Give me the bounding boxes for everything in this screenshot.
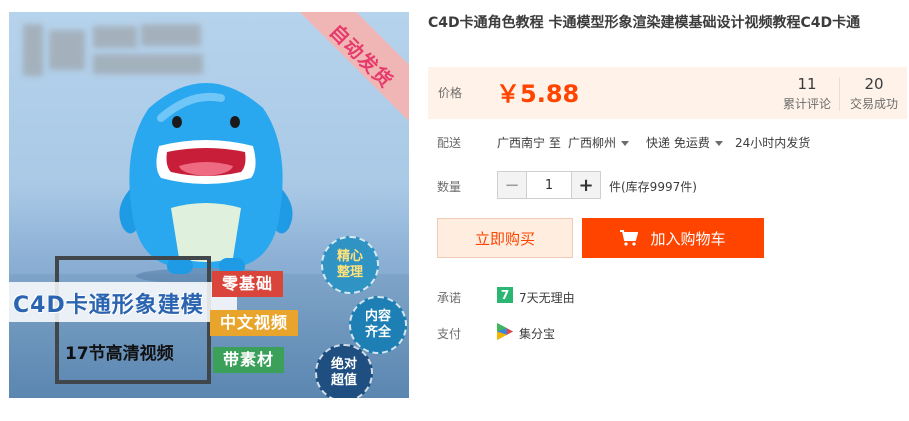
sales-label: 交易成功 [849, 97, 898, 111]
reviews-stat[interactable]: 11 累计评论 [780, 75, 834, 112]
badge-complete-content: 内容 齐全 [349, 296, 407, 354]
seven-day-return-icon: 7 [497, 287, 513, 303]
chevron-down-icon [714, 141, 723, 146]
jifenbao-icon [497, 323, 513, 340]
delivery-to-text: 广西柳州 [568, 136, 617, 150]
add-to-cart-button[interactable]: 加入购物车 [582, 218, 764, 258]
reviews-count: 11 [797, 75, 817, 93]
decrease-button[interactable]: − [498, 172, 526, 198]
add-to-cart-label: 加入购物车 [650, 229, 726, 248]
promise-label: 承诺 [437, 291, 462, 305]
shipping-text: 快递 免运费 [646, 136, 710, 150]
product-page: 自动发货 C4D卡通形象建模 17节高清视频 零基础 中文视频 带素材 精心 整… [0, 0, 909, 421]
image-title: C4D卡通形象建模 [13, 293, 204, 318]
tag-beginner: 零基础 [212, 271, 284, 297]
image-subtitle: 17节高清视频 [65, 344, 174, 364]
buy-now-label: 立即购买 [474, 229, 535, 248]
badge-great-value: 绝对 超值 [315, 344, 373, 398]
buy-now-button[interactable]: 立即购买 [437, 218, 573, 258]
delivery-from: 广西南宁 至 [497, 136, 561, 150]
dispatch-time: 24小时内发货 [735, 136, 811, 150]
tag-chinese-video: 中文视频 [210, 310, 299, 336]
tag-with-materials: 带素材 [213, 347, 285, 373]
stock-info: 件(库存9997件) [609, 180, 697, 194]
shipping-select[interactable]: 快递 免运费 [646, 134, 723, 151]
quantity-label: 数量 [437, 180, 462, 194]
product-title: C4D卡通角色教程 卡通模型形象渲染建模基础设计视频教程C4D卡通 [428, 15, 861, 31]
chevron-down-icon [621, 141, 630, 146]
reviews-label: 累计评论 [782, 97, 831, 111]
increase-button[interactable]: + [572, 172, 600, 198]
product-image[interactable]: 自动发货 C4D卡通形象建模 17节高清视频 零基础 中文视频 带素材 精心 整… [9, 12, 409, 398]
cart-icon [620, 230, 639, 246]
delivery-to-select[interactable]: 广西柳州 [568, 134, 630, 151]
price-label: 价格 [438, 86, 463, 100]
quantity-stepper: − + [497, 171, 601, 199]
sales-count: 20 [864, 75, 884, 93]
quantity-input[interactable] [526, 172, 572, 198]
badge-carefully-organized: 精心 整理 [321, 236, 379, 294]
stat-divider [839, 77, 840, 111]
promise-text[interactable]: 7天无理由 [519, 289, 575, 306]
delivery-label: 配送 [437, 136, 462, 150]
payment-label: 支付 [437, 327, 462, 341]
payment-text: 集分宝 [519, 327, 556, 341]
mascot-illustration [119, 83, 293, 284]
sales-stat: 20 交易成功 [846, 75, 902, 112]
price-value: ￥5.88 [496, 80, 580, 108]
price-panel: 价格 ￥5.88 11 累计评论 20 交易成功 [428, 67, 907, 119]
